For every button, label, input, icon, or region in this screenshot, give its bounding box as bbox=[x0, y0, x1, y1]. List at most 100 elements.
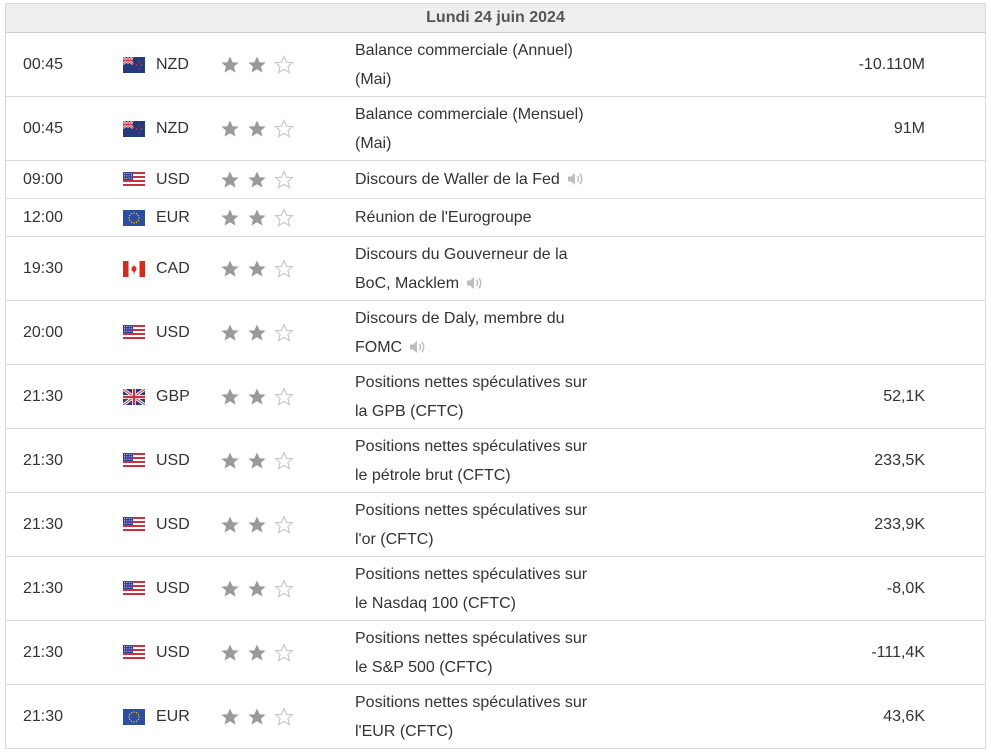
star-filled-icon bbox=[220, 387, 240, 407]
star-filled-icon bbox=[220, 259, 240, 279]
event-name[interactable]: Discours du Gouverneur de la BoC, Macklem bbox=[355, 237, 635, 300]
star-filled-icon bbox=[247, 119, 267, 139]
event-name-line: Positions nettes spéculatives sur bbox=[355, 368, 587, 397]
actual-value bbox=[775, 161, 925, 198]
actual-value: 43,6K bbox=[883, 707, 925, 725]
star-filled-icon bbox=[247, 579, 267, 599]
event-name-text: Balance commerciale (Annuel) bbox=[355, 41, 573, 59]
economic-calendar: Lundi 24 juin 2024 00:45 NZD Balance comme… bbox=[5, 3, 986, 749]
event-name-text: Discours de Waller de la Fed bbox=[355, 171, 560, 188]
flag-nz-icon bbox=[122, 119, 145, 137]
star-empty-icon bbox=[273, 642, 295, 663]
event-name[interactable]: Réunion de l'Eurogroupe bbox=[355, 199, 635, 236]
event-name-text: Réunion de l'Eurogroupe bbox=[355, 209, 532, 226]
event-name-text: le pétrole brut (CFTC) bbox=[355, 466, 511, 484]
event-name-text: l'or (CFTC) bbox=[355, 530, 434, 548]
event-row[interactable]: 00:45 NZD Balance commerciale (Annuel) (Mai… bbox=[6, 33, 985, 97]
event-row[interactable]: 21:30 GBP Positions nettes spéculatives su… bbox=[6, 365, 985, 429]
event-currency: EUR bbox=[123, 685, 190, 748]
event-row[interactable]: 21:30 USD Positions nettes spéculatives su… bbox=[6, 493, 985, 557]
event-row[interactable]: 21:30 USD Positions nettes spéculatives su… bbox=[6, 429, 985, 493]
event-name[interactable]: Discours de Waller de la Fed bbox=[355, 161, 635, 198]
flag-us-icon bbox=[123, 516, 145, 533]
event-name-text: Discours du Gouverneur de la bbox=[355, 245, 568, 263]
star-filled-icon bbox=[220, 515, 240, 535]
star-filled-icon bbox=[247, 387, 267, 407]
event-name-text: la GPB (CFTC) bbox=[355, 402, 464, 420]
event-time: 09:00 bbox=[23, 170, 64, 188]
event-row[interactable]: 12:00 EUR Réunion de l'Eurogroupe bbox=[6, 199, 985, 237]
event-row[interactable]: 21:30 USD Positions nettes spéculatives su… bbox=[6, 557, 985, 621]
event-row[interactable]: 19:30 CAD Discours du Gouverneur de la BoC,… bbox=[6, 237, 985, 301]
actual-value: -10.110M bbox=[858, 55, 925, 73]
currency-code: USD bbox=[156, 515, 190, 533]
event-name[interactable]: Positions nettes spéculatives sur le pétr… bbox=[355, 429, 635, 492]
currency-code: GBP bbox=[156, 387, 190, 405]
importance-rating bbox=[220, 301, 301, 364]
event-name-line: la GPB (CFTC) bbox=[355, 397, 587, 426]
event-name-line: Positions nettes spéculatives sur bbox=[355, 560, 587, 589]
event-name-text: Balance commerciale (Mensuel) bbox=[355, 105, 584, 123]
event-name-line: l'EUR (CFTC) bbox=[355, 717, 587, 746]
star-empty-icon bbox=[273, 386, 295, 407]
speaker-icon bbox=[465, 272, 485, 289]
event-name-line: Positions nettes spéculatives sur bbox=[355, 432, 587, 461]
importance-rating bbox=[220, 199, 301, 236]
event-currency: USD bbox=[123, 621, 190, 684]
star-empty-icon bbox=[273, 258, 295, 279]
star-filled-icon bbox=[247, 643, 267, 663]
event-currency: USD bbox=[123, 557, 190, 620]
event-row[interactable]: 09:00 USD Discours de Waller de la Fed bbox=[6, 161, 985, 199]
event-currency: EUR bbox=[123, 199, 190, 236]
event-currency: USD bbox=[123, 161, 190, 198]
event-time: 00:45 bbox=[23, 55, 64, 73]
event-name-text: l'EUR (CFTC) bbox=[355, 722, 454, 740]
star-filled-icon bbox=[220, 55, 240, 75]
event-time: 21:30 bbox=[23, 579, 64, 597]
event-name-text: Positions nettes spéculatives sur bbox=[355, 565, 588, 583]
star-empty-icon bbox=[273, 118, 295, 139]
event-name[interactable]: Positions nettes spéculatives sur la GPB … bbox=[355, 365, 635, 428]
event-name[interactable]: Discours de Daly, membre du FOMC bbox=[355, 301, 635, 364]
event-row[interactable]: 21:30 USD Positions nettes spéculatives su… bbox=[6, 621, 985, 685]
event-currency: CAD bbox=[123, 237, 190, 300]
flag-us-icon bbox=[123, 171, 145, 188]
event-name-text: le S&P 500 (CFTC) bbox=[355, 658, 493, 676]
currency-code: USD bbox=[156, 451, 190, 469]
importance-rating bbox=[220, 429, 301, 492]
event-name[interactable]: Positions nettes spéculatives sur le Nasd… bbox=[355, 557, 635, 620]
star-filled-icon bbox=[247, 323, 267, 343]
actual-value: 52,1K bbox=[883, 387, 925, 405]
flag-ca-icon bbox=[123, 260, 145, 277]
event-time: 12:00 bbox=[23, 208, 64, 226]
event-name-line: le pétrole brut (CFTC) bbox=[355, 461, 587, 490]
currency-code: USD bbox=[156, 323, 190, 341]
event-name[interactable]: Positions nettes spéculatives sur le S&P … bbox=[355, 621, 635, 684]
event-row[interactable]: 00:45 NZD Balance commerciale (Mensuel) (Ma… bbox=[6, 97, 985, 161]
actual-value bbox=[775, 301, 925, 364]
event-name-line: Discours du Gouverneur de la bbox=[355, 240, 568, 269]
event-time: 21:30 bbox=[23, 451, 64, 469]
event-name-line: Discours de Waller de la Fed bbox=[355, 165, 586, 194]
event-name[interactable]: Positions nettes spéculatives sur l'or (C… bbox=[355, 493, 635, 556]
event-name-line: Balance commerciale (Annuel) bbox=[355, 36, 573, 65]
event-name-line: BoC, Macklem bbox=[355, 269, 568, 298]
event-time: 19:30 bbox=[23, 259, 64, 277]
star-empty-icon bbox=[273, 54, 295, 75]
star-filled-icon bbox=[247, 170, 267, 190]
event-currency: USD bbox=[123, 301, 190, 364]
event-row[interactable]: 20:00 USD Discours de Daly, membre du FOMC bbox=[6, 301, 985, 365]
currency-code: USD bbox=[156, 170, 190, 188]
flag-gb-icon bbox=[122, 387, 146, 406]
actual-value: 91M bbox=[893, 119, 925, 137]
event-name-line: le Nasdaq 100 (CFTC) bbox=[355, 589, 587, 618]
importance-rating bbox=[220, 97, 301, 160]
event-row[interactable]: 21:30 EUR Positions nettes spéculatives su… bbox=[6, 685, 985, 749]
star-filled-icon bbox=[247, 451, 267, 471]
event-name-line: Positions nettes spéculatives sur bbox=[355, 496, 587, 525]
event-name[interactable]: Positions nettes spéculatives sur l'EUR (… bbox=[355, 685, 635, 748]
event-name-text: Positions nettes spéculatives sur bbox=[355, 501, 588, 519]
event-name[interactable]: Balance commerciale (Mensuel) (Mai) bbox=[355, 97, 635, 160]
event-name[interactable]: Balance commerciale (Annuel) (Mai) bbox=[355, 33, 635, 96]
event-time: 00:45 bbox=[23, 119, 64, 137]
